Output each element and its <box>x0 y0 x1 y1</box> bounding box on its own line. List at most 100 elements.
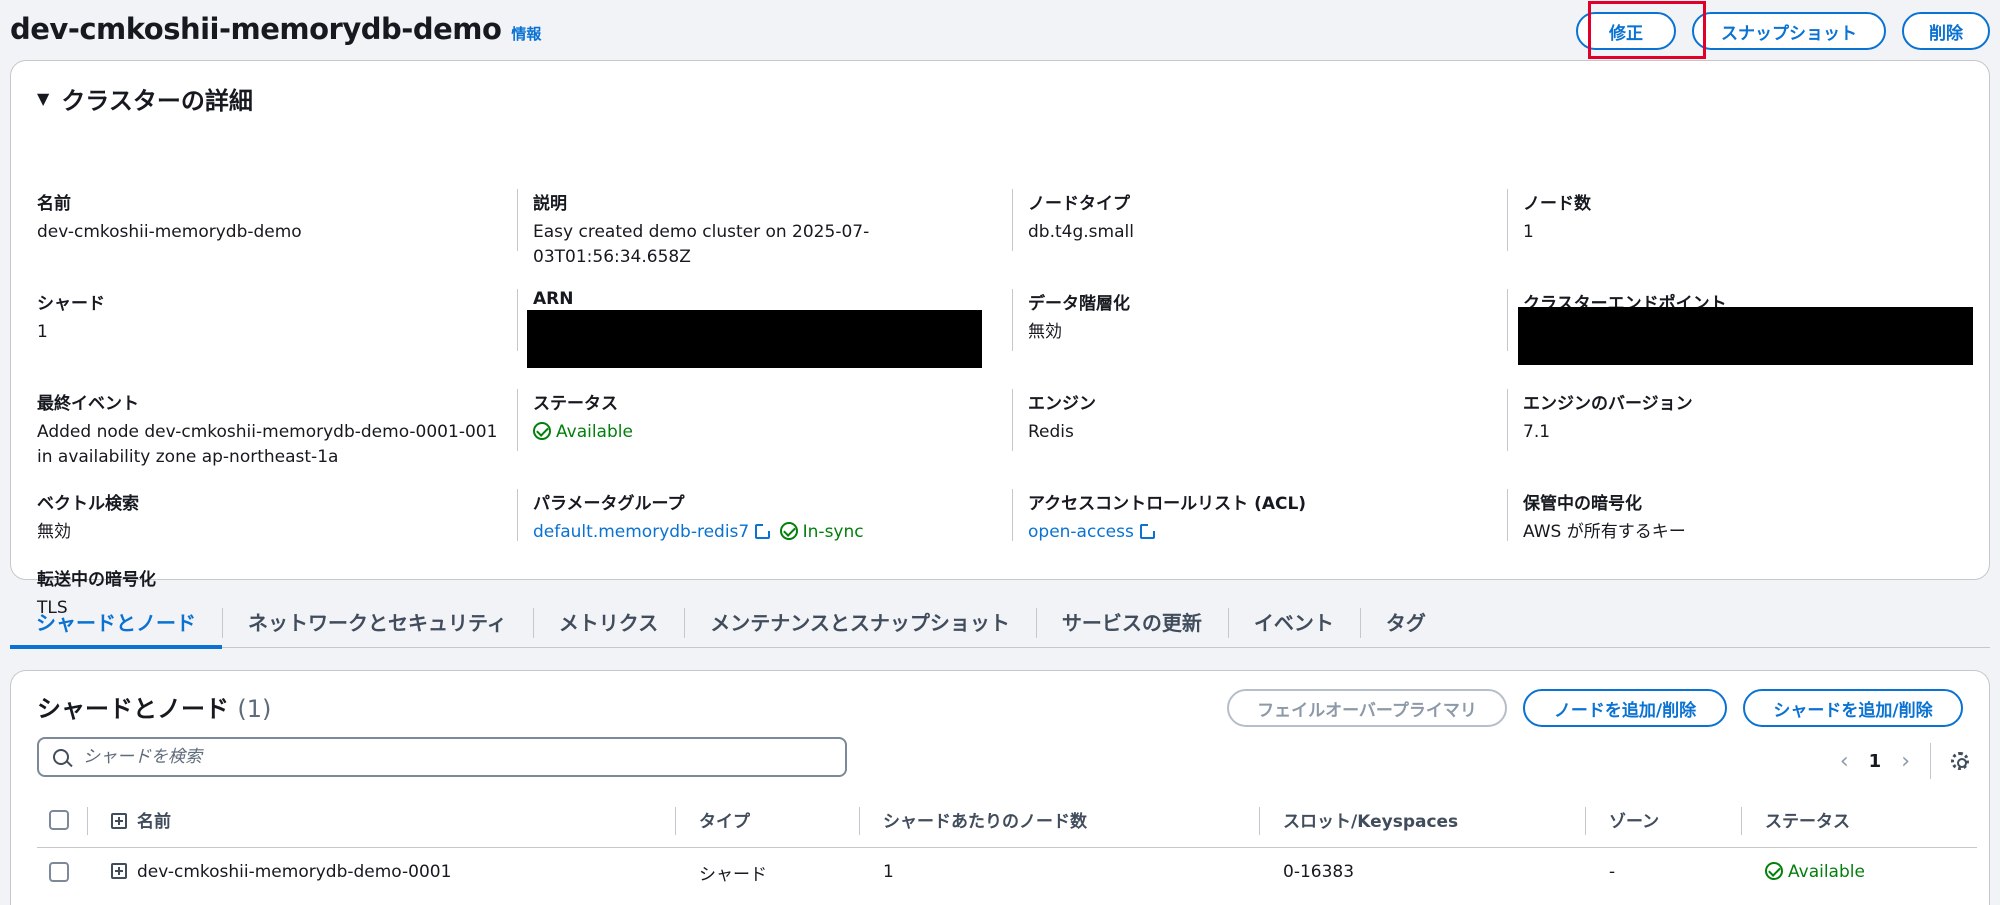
page-header: dev-cmkoshii-memorydb-demo 情報 <box>10 12 541 52</box>
column-header-type[interactable]: タイプ <box>675 793 859 848</box>
shard-zone: - <box>1609 862 1616 883</box>
expand-all-icon[interactable] <box>111 813 127 830</box>
column-divider <box>517 489 518 541</box>
column-divider <box>517 189 518 251</box>
field-node-type: ノードタイプ db.t4g.small <box>1028 189 1498 245</box>
field-value: 無効 <box>1028 322 1062 342</box>
add-remove-shards-button[interactable]: シャードを追加/削除 <box>1743 689 1963 727</box>
cluster-details-heading: クラスターの詳細 <box>61 87 253 115</box>
arn-redaction <box>527 310 982 368</box>
tab-shards-nodes[interactable]: シャードとノード <box>10 596 222 649</box>
check-circle-icon <box>1765 862 1783 881</box>
shards-actions: フェイルオーバープライマリ ノードを追加/削除 シャードを追加/削除 <box>1227 689 1963 727</box>
field-data-tiering: データ階層化 無効 <box>1028 289 1498 345</box>
field-value: 1 <box>37 322 48 342</box>
field-engine: エンジン Redis <box>1028 389 1498 445</box>
field-label: データ階層化 <box>1028 294 1130 314</box>
column-header-label: 名前 <box>137 812 171 833</box>
tab-maintenance-snapshots[interactable]: メンテナンスとスナップショット <box>684 596 1036 648</box>
field-label: アクセスコントロールリスト (ACL) <box>1028 494 1307 514</box>
field-last-event: 最終イベント Added node dev-cmkoshii-memorydb-… <box>37 389 507 470</box>
column-divider <box>1507 289 1508 351</box>
shard-type: シャード <box>699 864 767 885</box>
column-divider <box>517 289 518 351</box>
field-value: Easy created demo cluster on 2025-07-03T… <box>533 222 870 267</box>
table-row[interactable]: dev-cmkoshii-memorydb-demo-0001 シャード 1 0… <box>37 847 1977 897</box>
chevron-right-icon[interactable]: › <box>1901 749 1910 774</box>
tab-events[interactable]: イベント <box>1227 596 1360 648</box>
snapshot-button[interactable]: スナップショット <box>1692 12 1886 50</box>
field-value: Added node dev-cmkoshii-memorydb-demo-00… <box>37 422 498 467</box>
external-link-icon[interactable] <box>755 524 771 539</box>
add-remove-nodes-button[interactable]: ノードを追加/削除 <box>1523 689 1727 727</box>
shard-search[interactable] <box>37 737 847 777</box>
field-label: ステータス <box>533 394 618 414</box>
delete-button[interactable]: 削除 <box>1902 12 1990 50</box>
field-value: 7.1 <box>1523 422 1551 442</box>
shard-search-input[interactable] <box>83 747 843 767</box>
shards-count: (1) <box>237 695 272 723</box>
caret-down-icon: ▼ <box>37 89 50 108</box>
field-status: ステータス Available <box>533 389 1003 445</box>
column-header-nodes[interactable]: シャードあたりのノード数 <box>859 793 1259 848</box>
field-value: 1 <box>1523 222 1534 242</box>
expand-row-icon[interactable] <box>111 863 127 880</box>
pager-divider <box>1930 743 1931 779</box>
field-vector-search: ベクトル検索 無効 <box>37 489 507 545</box>
row-checkbox[interactable] <box>49 862 69 883</box>
tab-service-updates[interactable]: サービスの更新 <box>1035 596 1228 648</box>
field-label: ノードタイプ <box>1028 194 1130 214</box>
sync-indicator: In-sync <box>776 522 864 542</box>
acl-link[interactable]: open-access <box>1028 522 1134 542</box>
field-label: 説明 <box>533 194 567 214</box>
field-label: ARN <box>533 289 574 309</box>
failover-primary-button[interactable]: フェイルオーバープライマリ <box>1227 689 1507 727</box>
column-divider <box>517 389 518 451</box>
field-node-count: ノード数 1 <box>1523 189 1993 245</box>
column-header-slots[interactable]: スロット/Keyspaces <box>1259 793 1585 848</box>
shard-nodes: 1 <box>883 862 894 883</box>
chevron-left-icon[interactable]: ‹ <box>1840 749 1849 774</box>
field-label: 最終イベント <box>37 394 139 414</box>
search-icon <box>53 749 69 765</box>
highlight-annotation-box <box>1588 1 1706 59</box>
select-all-checkbox[interactable] <box>49 809 69 830</box>
shard-name: dev-cmkoshii-memorydb-demo-0001 <box>137 862 452 883</box>
shard-name-cell: dev-cmkoshii-memorydb-demo-0001 <box>87 847 675 897</box>
table-header-row: 名前 タイプ シャードあたりのノード数 スロット/Keyspaces ゾーン ス… <box>37 793 1977 848</box>
tab-metrics[interactable]: メトリクス <box>532 596 684 648</box>
tab-tags[interactable]: タグ <box>1359 596 1452 648</box>
column-header-status[interactable]: ステータス <box>1741 793 1977 848</box>
gear-icon[interactable] <box>1951 752 1969 770</box>
shards-title-text: シャードとノード <box>37 695 229 723</box>
column-divider <box>1012 289 1013 351</box>
cluster-details-panel: ▼ クラスターの詳細 名前 dev-cmkoshii-memorydb-demo… <box>10 60 1993 618</box>
info-link[interactable]: 情報 <box>511 23 541 44</box>
check-circle-icon <box>779 522 798 540</box>
field-shards: シャード 1 <box>37 289 507 345</box>
page-number[interactable]: 1 <box>1869 751 1882 772</box>
field-description: 説明 Easy created demo cluster on 2025-07-… <box>533 189 873 270</box>
field-encryption-at-rest: 保管中の暗号化 AWS が所有するキー <box>1523 489 1993 545</box>
field-value: Redis <box>1028 422 1074 442</box>
field-parameter-group: パラメータグループ default.memorydb-redis7 In-syn… <box>533 489 1003 545</box>
shard-status-text: Available <box>1788 862 1865 883</box>
field-label: エンジン <box>1028 394 1096 414</box>
row-select-cell <box>37 847 87 897</box>
field-label: エンジンのバージョン <box>1523 394 1693 414</box>
shards-table: 名前 タイプ シャードあたりのノード数 スロット/Keyspaces ゾーン ス… <box>37 793 1977 897</box>
column-header-name[interactable]: 名前 <box>87 793 675 848</box>
column-divider <box>1012 389 1013 451</box>
check-circle-icon <box>533 422 551 440</box>
parameter-group-link[interactable]: default.memorydb-redis7 <box>533 522 749 542</box>
tab-network-security[interactable]: ネットワークとセキュリティ <box>222 596 533 648</box>
external-link-icon[interactable] <box>1139 524 1155 539</box>
field-acl: アクセスコントロールリスト (ACL) open-access <box>1028 489 1498 545</box>
field-value: 無効 <box>37 522 71 542</box>
field-label: 転送中の暗号化 <box>37 570 156 590</box>
column-header-zone[interactable]: ゾーン <box>1585 793 1741 848</box>
status-text: Available <box>556 422 633 442</box>
select-all-cell <box>37 793 87 848</box>
cluster-details-toggle[interactable]: ▼ クラスターの詳細 <box>37 81 253 116</box>
field-label: ベクトル検索 <box>37 494 139 514</box>
